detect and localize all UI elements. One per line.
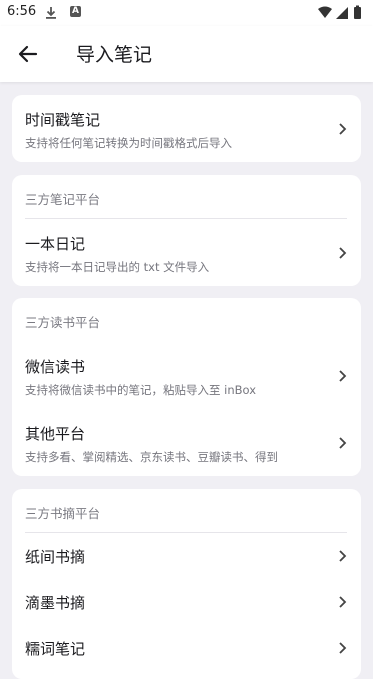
wifi-icon — [318, 6, 332, 18]
list-item-other-platforms[interactable]: 其他平台 支持多看、掌阅精选、京东读书、豆瓣读书、得到 — [12, 409, 361, 476]
battery-icon — [354, 5, 361, 19]
list-item-yiben-diary[interactable]: 一本日记 支持将一本日记导出的 txt 文件导入 — [12, 219, 361, 286]
excerpt-platforms-card: 三方书摘平台 纸间书摘 滴墨书摘 糯词笔记 — [12, 489, 361, 679]
item-subtitle: 支持将一本日记导出的 txt 文件导入 — [25, 260, 210, 274]
item-subtitle: 支持将微信读书中的笔记，粘贴导入至 inBox — [25, 383, 257, 397]
chevron-right-icon — [339, 550, 347, 562]
status-bar: 6:56 A — [0, 0, 373, 26]
chevron-right-icon — [339, 123, 347, 135]
timestamp-note-item[interactable]: 时间戳笔记 支持将任何笔记转换为时间戳格式后导入 — [12, 95, 361, 162]
chevron-right-icon — [339, 370, 347, 382]
note-platforms-card: 三方笔记平台 一本日记 支持将一本日记导出的 txt 文件导入 — [12, 175, 361, 286]
section-title: 三方读书平台 — [25, 315, 101, 330]
page-title: 导入笔记 — [76, 44, 153, 66]
item-subtitle: 支持多看、掌阅精选、京东读书、豆瓣读书、得到 — [25, 450, 278, 464]
back-arrow-icon[interactable] — [14, 40, 42, 68]
item-subtitle: 支持将任何笔记转换为时间戳格式后导入 — [25, 136, 232, 150]
item-title: 滴墨书摘 — [25, 594, 86, 612]
list-item-zhijian[interactable]: 纸间书摘 — [12, 533, 361, 579]
status-time: 6:56 — [7, 4, 37, 19]
timestamp-note-card: 时间戳笔记 支持将任何笔记转换为时间戳格式后导入 — [12, 95, 361, 162]
app-notification-icon: A — [70, 6, 81, 17]
reading-platforms-card: 三方读书平台 微信读书 支持将微信读书中的笔记，粘贴导入至 inBox 其他平台… — [12, 298, 361, 476]
chevron-right-icon — [339, 596, 347, 608]
app-bar: 导入笔记 — [0, 26, 373, 82]
item-title: 其他平台 — [25, 425, 86, 443]
chevron-right-icon — [339, 437, 347, 449]
item-title: 微信读书 — [25, 358, 86, 376]
item-title: 纸间书摘 — [25, 548, 86, 566]
download-icon — [46, 7, 56, 19]
signal-icon — [336, 7, 348, 19]
list-item-nuoci[interactable]: 糯词笔记 — [12, 625, 361, 671]
item-title: 时间戳笔记 — [25, 111, 101, 129]
item-title: 糯词笔记 — [25, 640, 86, 658]
section-title: 三方笔记平台 — [25, 192, 101, 207]
chevron-right-icon — [339, 642, 347, 654]
status-system-icons — [318, 5, 361, 19]
chevron-right-icon — [339, 247, 347, 259]
section-title: 三方书摘平台 — [25, 506, 101, 521]
list-item-wechat-read[interactable]: 微信读书 支持将微信读书中的笔记，粘贴导入至 inBox — [12, 342, 361, 409]
list-item-dimo[interactable]: 滴墨书摘 — [12, 579, 361, 625]
item-title: 一本日记 — [25, 235, 86, 253]
